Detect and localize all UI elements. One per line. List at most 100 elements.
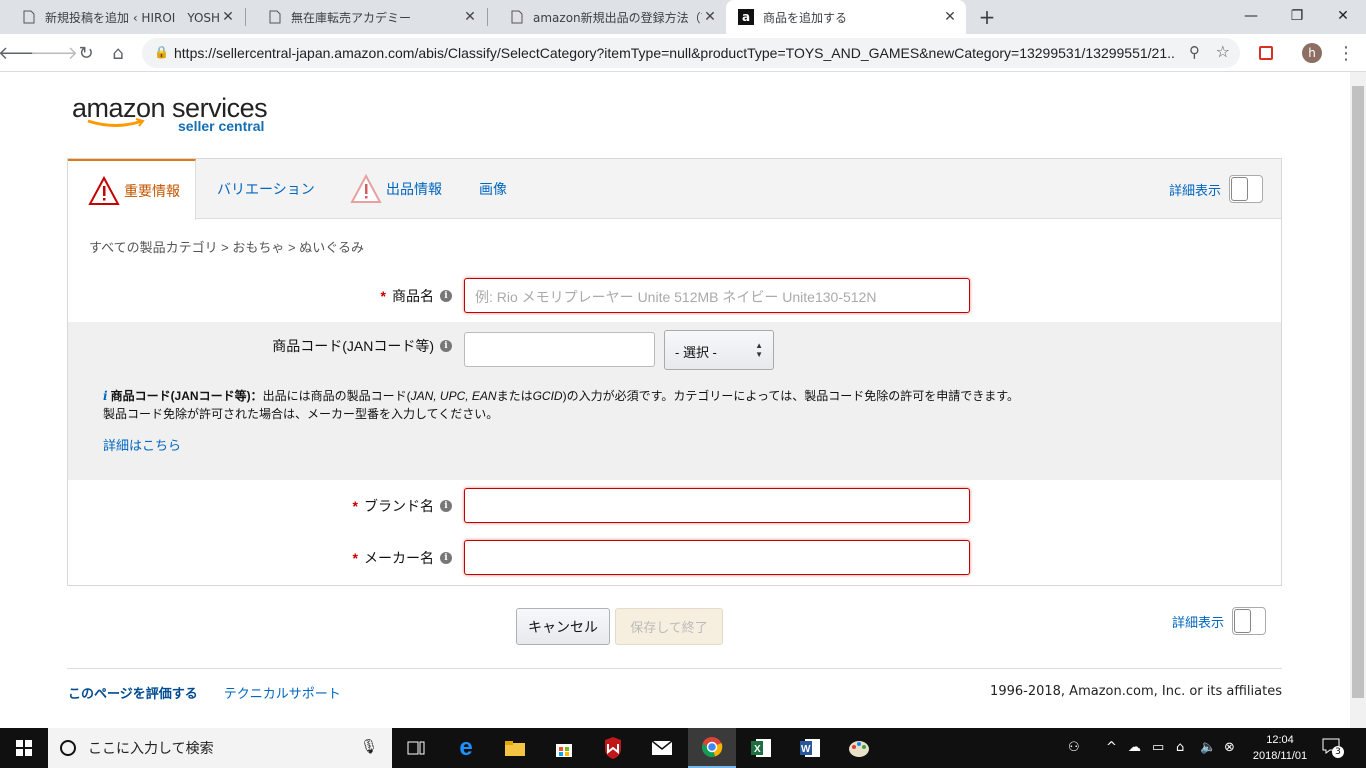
- rate-page-link[interactable]: このページを評価する: [68, 683, 198, 702]
- microphone-icon[interactable]: 🎙: [360, 739, 378, 755]
- detail-view-toggle-bottom[interactable]: 詳細表示: [1172, 607, 1267, 635]
- ime-icon[interactable]: ⊗: [1224, 740, 1235, 755]
- product-name-input[interactable]: 例: Rio メモリプレーヤー Unite 512MB ネイビー Unite13…: [464, 278, 970, 313]
- toggle-label: 詳細表示: [1172, 614, 1225, 630]
- close-window-button[interactable]: ✕: [1320, 0, 1366, 32]
- people-icon[interactable]: ⚇: [1068, 740, 1080, 755]
- page-content: amazon services seller central 重要情報 バリエー…: [0, 72, 1350, 728]
- info-icon[interactable]: i: [440, 290, 452, 302]
- brand-input[interactable]: [464, 488, 970, 523]
- mcafee-icon[interactable]: [589, 728, 637, 768]
- page-icon: [510, 10, 524, 24]
- avatar[interactable]: h: [1300, 41, 1324, 65]
- lock-icon: 🔒: [154, 45, 169, 59]
- info-italic-icon: i: [103, 389, 108, 403]
- product-name-row: * 商品名 i 例: Rio メモリプレーヤー Unite 512MB ネイビー…: [68, 277, 1281, 314]
- chrome-icon[interactable]: [688, 728, 736, 768]
- zoom-icon[interactable]: ⚲: [1189, 43, 1200, 61]
- brand-label: * ブランド名 i: [353, 496, 452, 516]
- info-icon[interactable]: i: [440, 552, 452, 564]
- word-icon[interactable]: W: [786, 728, 834, 768]
- brand-row: * ブランド名 i: [68, 487, 1281, 524]
- forward-button[interactable]: 🡒: [30, 41, 78, 65]
- required-mark: *: [352, 498, 358, 514]
- clock-time: 12:04: [1266, 734, 1294, 746]
- restore-button[interactable]: ❐: [1274, 0, 1320, 32]
- home-button[interactable]: ⌂: [106, 41, 130, 65]
- close-icon[interactable]: ✕: [220, 9, 236, 25]
- svg-text:W: W: [801, 744, 811, 755]
- clock[interactable]: 12:04 2018/11/01: [1252, 732, 1308, 764]
- new-tab-button[interactable]: +: [978, 7, 996, 27]
- tab-listing[interactable]: 出品情報: [350, 159, 442, 219]
- product-code-input[interactable]: [464, 332, 655, 367]
- address-bar[interactable]: 🔒 https://sellercentral-japan.amazon.com…: [142, 38, 1240, 68]
- task-view-icon[interactable]: [392, 728, 440, 768]
- store-icon[interactable]: [540, 728, 588, 768]
- minimize-button[interactable]: —: [1228, 0, 1274, 32]
- cancel-button[interactable]: キャンセル: [516, 608, 610, 645]
- extension-icon[interactable]: [1254, 41, 1278, 65]
- mail-icon[interactable]: [638, 728, 686, 768]
- taskbar-search[interactable]: ここに入力して検索 🎙: [48, 728, 392, 768]
- windows-start-icon[interactable]: [0, 728, 48, 768]
- tab-label: 重要情報: [124, 182, 180, 199]
- maker-input[interactable]: [464, 540, 970, 575]
- tab-images[interactable]: 画像: [479, 159, 507, 219]
- network-icon[interactable]: ⌂: [1176, 740, 1184, 755]
- product-code-label: 商品コード(JANコード等) i: [272, 336, 452, 356]
- product-form: 重要情報 バリエーション 出品情報 画像 詳細表示 すべての製品カテゴリ > お…: [67, 158, 1282, 586]
- star-icon[interactable]: ☆: [1216, 42, 1230, 61]
- url-text: https://sellercentral-japan.amazon.com/a…: [174, 45, 1174, 61]
- toggle-switch[interactable]: [1232, 607, 1267, 635]
- help-text: または: [496, 389, 533, 403]
- product-code-help-text: i 商品コード(JANコード等)：出品には商品の製品コード(JAN, UPC, E…: [103, 387, 1023, 423]
- warning-icon: [88, 175, 120, 205]
- learn-more-link[interactable]: 詳細はこちら: [103, 435, 181, 454]
- save-and-finish-button[interactable]: 保存して終了: [615, 608, 723, 645]
- product-code-type-select[interactable]: - 選択 - ▲ ▼: [664, 330, 774, 370]
- toggle-switch[interactable]: [1229, 175, 1263, 203]
- browser-toolbar: 🡐 🡒 ↻ ⌂ 🔒 https://sellercentral-japan.am…: [0, 34, 1366, 72]
- required-mark: *: [380, 288, 386, 304]
- chevron-up-icon[interactable]: ^: [1106, 740, 1117, 755]
- field-label: メーカー名: [364, 550, 434, 566]
- breadcrumb[interactable]: すべての製品カテゴリ > おもちゃ > ぬいぐるみ: [89, 237, 364, 256]
- footer-links: このページを評価する テクニカルサポート: [68, 683, 341, 702]
- close-icon[interactable]: ✕: [942, 9, 958, 25]
- browser-tab-2[interactable]: 無在庫転売アカデミー ✕: [246, 0, 486, 34]
- volume-icon[interactable]: 🔈: [1200, 740, 1216, 755]
- warning-icon: [350, 174, 382, 203]
- detail-view-toggle[interactable]: 詳細表示: [1169, 175, 1263, 203]
- browser-tab-3[interactable]: amazon新規出品の登録方法（商品 ✕: [488, 0, 726, 34]
- info-icon[interactable]: i: [440, 500, 452, 512]
- tech-support-link[interactable]: テクニカルサポート: [224, 683, 341, 702]
- toggle-label: 詳細表示: [1168, 182, 1221, 198]
- tab-title: 新規投稿を追加 ‹ HIROI YOSHIAKI: [45, 10, 220, 25]
- browser-tab-1[interactable]: 新規投稿を追加 ‹ HIROI YOSHIAKI ✕: [0, 0, 244, 34]
- reload-button[interactable]: ↻: [74, 41, 98, 65]
- amazon-services-logo[interactable]: amazon services seller central: [72, 94, 268, 134]
- field-label: 商品コード(JANコード等): [272, 338, 434, 354]
- file-explorer-icon[interactable]: [491, 728, 539, 768]
- amazon-icon: a: [738, 9, 754, 25]
- excel-icon[interactable]: X: [737, 728, 785, 768]
- tab-title: 商品を追加する: [763, 10, 848, 25]
- notification-center-icon[interactable]: 3: [1322, 738, 1344, 758]
- menu-icon[interactable]: ⋮: [1334, 41, 1358, 65]
- close-icon[interactable]: ✕: [462, 9, 478, 25]
- logo-line2: seller central: [178, 118, 265, 134]
- cortana-icon: [60, 740, 76, 756]
- info-icon[interactable]: i: [440, 340, 452, 352]
- help-italic: JAN, UPC, EAN: [410, 389, 497, 403]
- paint-icon[interactable]: [835, 728, 883, 768]
- onedrive-icon[interactable]: ☁: [1128, 740, 1141, 755]
- browser-tab-4[interactable]: a 商品を追加する ✕: [726, 0, 966, 34]
- scrollbar-thumb[interactable]: [1352, 86, 1364, 698]
- edge-icon[interactable]: e: [442, 728, 490, 768]
- battery-icon[interactable]: ▭: [1152, 740, 1164, 755]
- close-icon[interactable]: ✕: [702, 9, 718, 25]
- tab-important[interactable]: 重要情報: [68, 159, 196, 220]
- page-icon: [268, 10, 282, 24]
- tab-variation[interactable]: バリエーション: [217, 159, 315, 219]
